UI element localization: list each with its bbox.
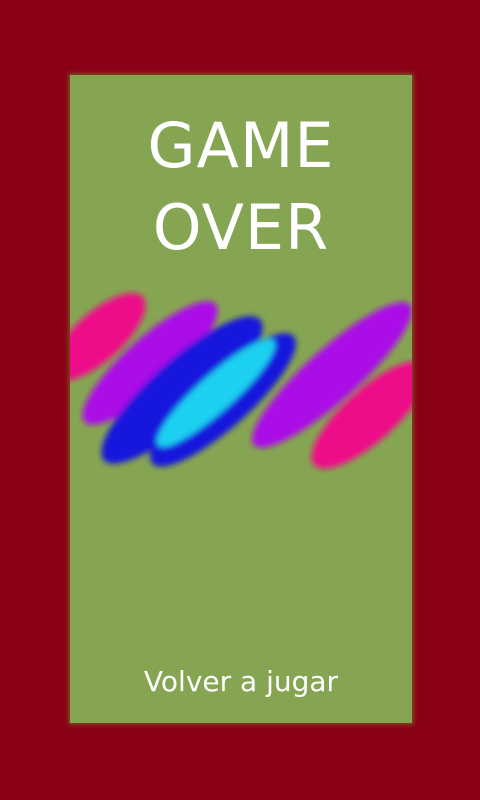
play-again-button[interactable]: Volver a jugar	[70, 665, 412, 698]
game-over-panel: GAME OVER Volver a jugar	[70, 75, 412, 723]
blurred-ellipses-decoration	[70, 293, 412, 469]
game-over-title-line1: GAME	[147, 109, 335, 182]
game-over-title-line2: OVER	[152, 191, 330, 264]
